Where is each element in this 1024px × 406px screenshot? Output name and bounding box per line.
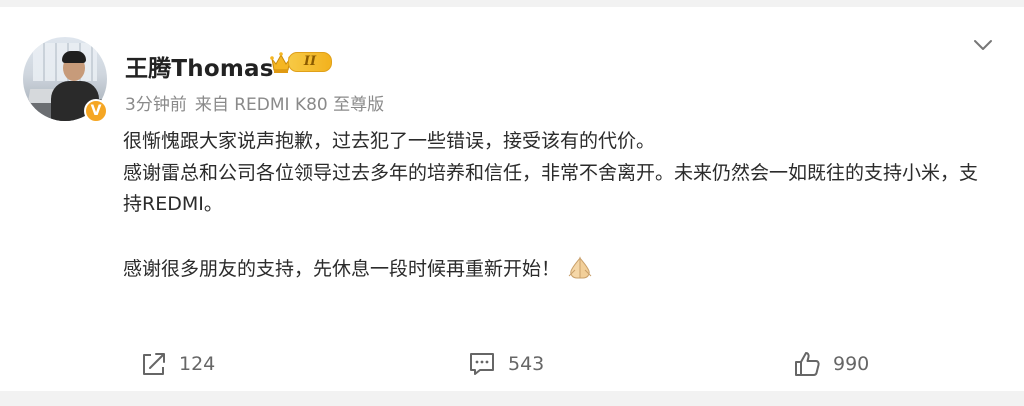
- avatar[interactable]: V: [23, 37, 108, 123]
- like-count: 990: [833, 353, 870, 375]
- comment-icon: [470, 353, 494, 375]
- post-meta: 3分钟前 来自 REDMI K80 至尊版: [125, 90, 392, 115]
- bottom-divider: [0, 391, 1024, 406]
- chevron-down-icon[interactable]: [972, 37, 994, 53]
- post-text-line: 感谢雷总和公司各位领导过去多年的培养和信任，非常不舍离开。未来仍然会一如既往的支…: [123, 161, 979, 216]
- post-text: 感谢很多朋友的支持，先休息一段时候再重新开始！: [123, 257, 561, 280]
- level-tag: II: [288, 52, 332, 72]
- like-button[interactable]: 990: [793, 344, 869, 384]
- verified-badge-icon: V: [84, 99, 108, 123]
- post-text-line: 感谢很多朋友的支持，先休息一段时候再重新开始！: [123, 254, 993, 286]
- thumbs-up-icon: [795, 352, 820, 376]
- repost-count: 124: [179, 353, 216, 375]
- repost-icon: [143, 353, 165, 375]
- member-level-badge[interactable]: II: [270, 48, 332, 75]
- comment-button[interactable]: 543: [468, 344, 544, 384]
- repost-button[interactable]: 124: [141, 344, 215, 384]
- username[interactable]: 王腾Thomas: [125, 49, 274, 83]
- folded-hands-icon: [568, 256, 592, 278]
- post-source: 来自 REDMI K80 至尊版: [194, 95, 385, 115]
- post-card: V 王腾Thomas II 3分钟前 来自 REDMI K80 至尊版 很惭愧跟大…: [0, 7, 1024, 391]
- post-text-line: 很惭愧跟大家说声抱歉，过去犯了一些错误，接受该有的代价。: [123, 130, 656, 152]
- post-time: 3分钟前: [125, 95, 187, 115]
- post-content: 很惭愧跟大家说声抱歉，过去犯了一些错误，接受该有的代价。 感谢雷总和公司各位领导…: [123, 126, 993, 285]
- post-actions: 124 543 990: [0, 344, 1024, 384]
- comment-count: 543: [508, 353, 545, 375]
